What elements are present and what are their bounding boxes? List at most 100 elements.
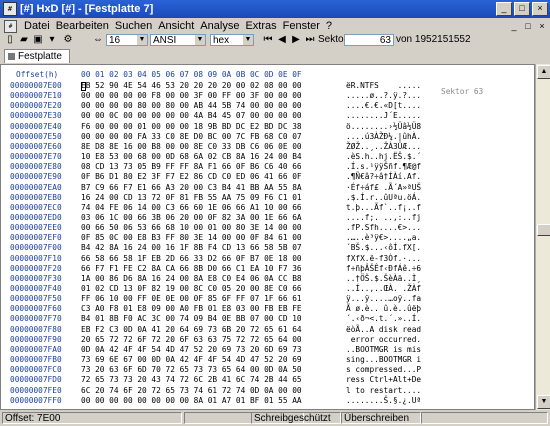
close-button[interactable]: × xyxy=(532,2,548,16)
menu-suchen[interactable]: Suchen xyxy=(112,20,155,32)
row-hex-bytes[interactable]: 20 65 72 72 6F 72 20 6F 63 63 75 72 72 6… xyxy=(81,335,302,345)
row-text[interactable]: .Í.s.¹ÿÿŠñf.¶Æ@f xyxy=(346,162,421,172)
next-sector-icon[interactable]: ▶ xyxy=(290,34,302,46)
document-icon[interactable]: # xyxy=(4,19,17,33)
row-hex-bytes[interactable]: EB F2 C3 0D 0A 41 20 64 69 73 6B 20 72 6… xyxy=(81,325,302,335)
menu-ansicht[interactable]: Ansicht xyxy=(155,20,197,32)
row-hex-bytes[interactable]: 0F 85 0C 00 E8 B3 FF 80 3E 14 00 00 0F 8… xyxy=(81,233,302,243)
row-text[interactable]: ëòÃ..A disk read xyxy=(346,325,421,335)
row-text[interactable]: .¶Ñ€â?÷â†ÍÀí.Af. xyxy=(346,172,421,182)
row-text[interactable]: ress Ctrl+Alt+De xyxy=(346,375,421,385)
row-text[interactable]: .fP.Sfh....€>... xyxy=(346,223,421,233)
row-text[interactable]: ........Š.§.¿.Uª xyxy=(346,396,421,406)
row-text[interactable]: l to restart.... xyxy=(346,386,421,396)
row-text[interactable]: ..†ÖŠ.$.ŠèÀä..Ì¸ xyxy=(346,274,421,284)
save-icon[interactable]: ▣ xyxy=(32,34,44,46)
row-text[interactable]: Ã ø.è.. û.è..ûëþ xyxy=(346,304,421,314)
row-hex-bytes[interactable]: 0D 0A 42 4F 4F 54 4D 47 52 20 69 73 20 6… xyxy=(81,345,302,355)
menu-fenster[interactable]: Fenster xyxy=(280,20,323,32)
row-hex-bytes[interactable]: 00 00 0C 00 00 00 00 00 4A B4 45 07 00 0… xyxy=(81,111,302,121)
charset-select[interactable]: ANSI ▼ xyxy=(150,34,206,46)
chevron-down-icon[interactable]: ▼ xyxy=(137,35,147,45)
menu-analyse[interactable]: Analyse xyxy=(197,20,242,32)
row-text[interactable]: ö........›½Üâ½Ü8 xyxy=(346,122,421,132)
row-text[interactable]: ÿ...ÿ....…oÿ..fa xyxy=(346,294,421,304)
row-hex-bytes[interactable]: 00 00 00 00 00 00 00 00 8A 01 A7 01 BF 0… xyxy=(81,396,302,406)
tab-festplatte-7[interactable]: Festplatte 7 xyxy=(4,49,70,76)
row-hex-bytes[interactable]: F6 00 00 00 01 00 00 00 18 9B BD DC E2 B… xyxy=(81,122,302,132)
row-text[interactable]: t.þ...Ãf`..f¡..f xyxy=(346,203,421,213)
row-text[interactable]: ´.‹ð¬<.t.´.»..Í. xyxy=(346,314,421,324)
row-hex-bytes[interactable]: 8E D8 8E 16 00 B8 00 00 8E C0 33 DB C6 0… xyxy=(81,142,302,152)
row-text[interactable]: ....ú3ÀŽÐ¼.|ûhÀ. xyxy=(346,132,421,142)
save-dropdown-icon[interactable]: ▾ xyxy=(46,34,58,46)
row-text[interactable]: ....€.€.«D[t.... xyxy=(346,101,421,111)
mdi-close-button[interactable]: × xyxy=(536,21,548,32)
mdi-restore-button[interactable]: □ xyxy=(522,21,534,32)
row-hex-bytes[interactable]: 1A 00 86 D6 8A 16 24 00 8A E8 C0 E4 06 0… xyxy=(81,274,302,284)
offset-base-select[interactable]: hex ▼ xyxy=(210,34,254,46)
row-hex-bytes[interactable]: 74 04 FE 06 14 00 C3 66 60 1E 06 66 A1 1… xyxy=(81,203,302,213)
row-text[interactable]: error occurred. xyxy=(346,335,421,345)
row-text[interactable]: fXfX.ë-f3Òf.·... xyxy=(346,254,421,264)
scroll-thumb[interactable] xyxy=(537,224,550,236)
row-text[interactable]: .....ø..?.ÿ.?... xyxy=(346,91,421,101)
menu-extras[interactable]: Extras xyxy=(242,20,279,32)
row-hex-bytes[interactable]: FF 06 10 00 FF 0E 0E 00 0F 85 6F FF 07 1… xyxy=(81,294,302,304)
row-hex-bytes[interactable]: 00 00 00 00 00 F8 00 00 3F 00 FF 00 3F 0… xyxy=(81,91,302,101)
row-text[interactable]: ëR.NTFS ..... xyxy=(346,81,421,91)
row-hex-bytes[interactable]: C3 A0 F8 01 E8 09 00 A0 FB 01 E8 03 00 F… xyxy=(81,304,302,314)
row-hex-bytes[interactable]: 00 66 50 06 53 66 68 10 00 01 00 80 3E 1… xyxy=(81,223,302,233)
scroll-down-icon[interactable]: ▼ xyxy=(537,395,550,409)
row-hex-bytes[interactable]: 10 E8 53 00 68 00 0D 68 6A 02 CB 8A 16 2… xyxy=(81,152,302,162)
row-text[interactable]: ..Í..‚..ŒÀ. .ŽÀf xyxy=(346,284,421,294)
row-hex-bytes[interactable]: 72 65 73 73 20 43 74 72 6C 2B 41 6C 74 2… xyxy=(81,375,302,385)
menu-help[interactable]: ? xyxy=(323,20,335,32)
sector-input[interactable]: 63 xyxy=(344,34,394,46)
scroll-up-icon[interactable]: ▲ xyxy=(537,65,550,79)
columns-icon[interactable]: ⇔ xyxy=(92,34,104,46)
row-text[interactable]: ŽØŽ..¸..ŽÀ3ÛÆ... xyxy=(346,142,421,152)
new-file-icon[interactable]: ▯ xyxy=(4,34,16,46)
chevron-down-icon[interactable]: ▼ xyxy=(195,35,205,45)
mdi-minimize-button[interactable]: _ xyxy=(508,21,520,32)
previous-sector-icon[interactable]: ◀ xyxy=(276,34,288,46)
row-hex-bytes[interactable]: 73 20 63 6F 6D 70 72 65 73 73 65 64 00 0… xyxy=(81,365,302,375)
row-text[interactable]: ´BŠ.$...‹ôÍ.fX[. xyxy=(346,243,421,253)
row-hex-bytes[interactable]: 01 02 CD 13 0F 82 19 00 8C C0 05 20 00 8… xyxy=(81,284,302,294)
chevron-down-icon[interactable]: ▼ xyxy=(243,35,253,45)
row-text[interactable]: .…..è³ÿ€>....„a. xyxy=(346,233,421,243)
first-sector-icon[interactable]: ⏮ xyxy=(262,34,274,46)
row-hex-bytes[interactable]: 73 69 6E 67 00 0D 0A 42 4F 4F 54 4D 47 5… xyxy=(81,355,302,365)
row-hex-bytes[interactable]: 0F B6 D1 80 E2 3F F7 E2 86 CD C0 ED 06 4… xyxy=(81,172,302,182)
row-hex-bytes[interactable]: 03 06 1C 00 66 3B 06 20 00 0F 82 3A 00 1… xyxy=(81,213,302,223)
menu-datei[interactable]: Datei xyxy=(21,20,53,32)
row-hex-bytes[interactable]: B7 C9 66 F7 E1 66 A3 20 00 C3 B4 41 BB A… xyxy=(81,183,302,193)
bytes-per-row-select[interactable]: 16 ▼ xyxy=(106,34,148,46)
row-hex-bytes[interactable]: 6C 20 74 6F 20 72 65 73 74 61 72 74 0D 0… xyxy=(81,386,302,396)
minimize-button[interactable]: _ xyxy=(496,2,512,16)
row-text[interactable]: f÷ñþÂŠÊf‹ÐfÁê.÷6 xyxy=(346,264,421,274)
row-hex-bytes[interactable]: 00 00 00 00 80 00 80 00 AB 44 5B 74 00 0… xyxy=(81,101,302,111)
row-text[interactable]: ·Éf÷áf£ .Ã´A»ªUŠ xyxy=(346,183,421,193)
row-text[interactable]: ....f;. ..‚:..fj xyxy=(346,213,421,223)
row-text[interactable]: .$.Í.r..ûUªu.öÁ. xyxy=(346,193,421,203)
options-icon[interactable]: ⚙ xyxy=(62,34,74,46)
row-text[interactable]: .èS.h..hj.ËŠ.$.´ xyxy=(346,152,421,162)
row-hex-bytes[interactable]: 66 F7 F1 FE C2 8A CA 66 8B D0 66 C1 EA 1… xyxy=(81,264,302,274)
maximize-button[interactable]: □ xyxy=(514,2,530,16)
row-hex-bytes[interactable]: B4 42 8A 16 24 00 16 1F 8B F4 CD 13 66 5… xyxy=(81,243,302,253)
hex-editor[interactable]: Offset(h) 00 01 02 03 04 05 06 07 08 09 … xyxy=(0,64,535,410)
row-text[interactable]: ..BOOTMGR is mis xyxy=(346,345,421,355)
row-text[interactable]: s compressed...P xyxy=(346,365,421,375)
row-hex-bytes[interactable]: 00 00 00 00 FA 33 C0 8E D0 BC 00 7C FB 6… xyxy=(81,132,302,142)
last-sector-icon[interactable]: ⏭ xyxy=(304,34,316,46)
row-hex-bytes[interactable]: 16 24 00 CD 13 72 0F 81 FB 55 AA 75 09 F… xyxy=(81,193,302,203)
row-hex-bytes[interactable]: EB 52 90 4E 54 46 53 20 20 20 20 00 02 0… xyxy=(81,81,302,91)
open-folder-icon[interactable]: ▰ xyxy=(18,34,30,46)
row-hex-bytes[interactable]: B4 01 8B F0 AC 3C 00 74 09 B4 0E BB 07 0… xyxy=(81,314,302,324)
row-text[interactable]: sing...BOOTMGR i xyxy=(346,355,421,365)
row-hex-bytes[interactable]: 66 58 66 58 1F EB 2D 66 33 D2 66 0F B7 0… xyxy=(81,254,302,264)
vertical-scrollbar[interactable]: ▲ ▼ xyxy=(535,64,550,410)
row-hex-bytes[interactable]: 08 CD 13 73 05 B9 FF FF 8A F1 66 0F B6 C… xyxy=(81,162,302,172)
